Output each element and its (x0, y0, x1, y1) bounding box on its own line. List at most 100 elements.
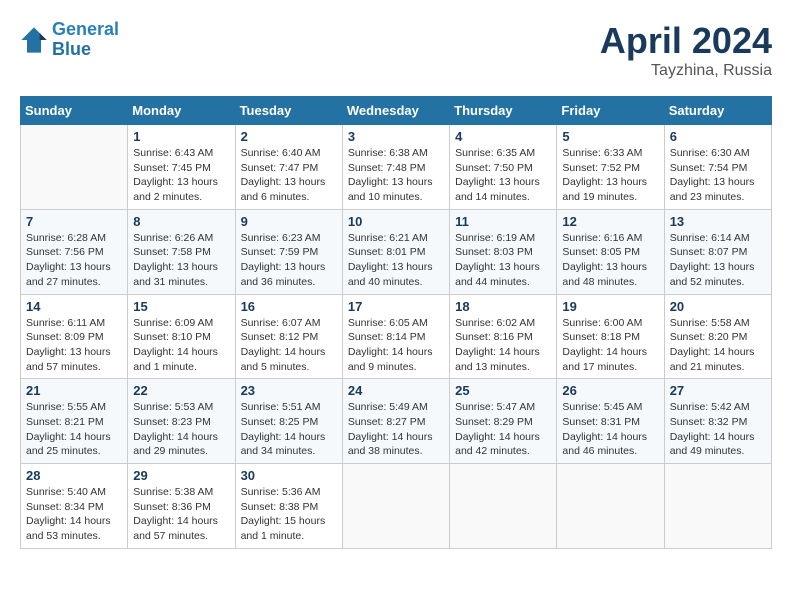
day-info: Sunrise: 5:36 AM Sunset: 8:38 PM Dayligh… (241, 485, 337, 544)
day-cell: 20 Sunrise: 5:58 AM Sunset: 8:20 PM Dayli… (664, 294, 771, 379)
day-number: 13 (670, 214, 766, 229)
day-cell: 17Sunrise: 6:05 AM Sunset: 8:14 PM Dayli… (342, 294, 449, 379)
day-number: 30 (241, 468, 337, 483)
header-cell-thursday: Thursday (450, 97, 557, 125)
day-info: Sunrise: 6:30 AM Sunset: 7:54 PM Dayligh… (670, 146, 766, 205)
day-number: 1 (133, 129, 229, 144)
day-number: 5 (562, 129, 658, 144)
day-info: Sunrise: 6:28 AM Sunset: 7:56 PM Dayligh… (26, 231, 122, 290)
day-cell: 10 Sunrise: 6:21 AM Sunset: 8:01 PM Dayli… (342, 209, 449, 294)
header-row: SundayMondayTuesdayWednesdayThursdayFrid… (21, 97, 772, 125)
header-cell-sunday: Sunday (21, 97, 128, 125)
day-number: 6 (670, 129, 766, 144)
week-row-4: 21Sunrise: 5:55 AM Sunset: 8:21 PM Dayli… (21, 379, 772, 464)
day-cell: 3 Sunrise: 6:38 AM Sunset: 7:48 PM Daylig… (342, 125, 449, 210)
location-title: Tayzhina, Russia (600, 62, 772, 80)
day-cell: 5 Sunrise: 6:33 AM Sunset: 7:52 PM Daylig… (557, 125, 664, 210)
day-number: 29 (133, 468, 229, 483)
day-number: 16 (241, 299, 337, 314)
day-cell: 1 Sunrise: 6:43 AM Sunset: 7:45 PM Daylig… (128, 125, 235, 210)
logo-text: General Blue (52, 20, 119, 60)
day-number: 18 (455, 299, 551, 314)
week-row-3: 14Sunrise: 6:11 AM Sunset: 8:09 PM Dayli… (21, 294, 772, 379)
day-number: 14 (26, 299, 122, 314)
header-cell-friday: Friday (557, 97, 664, 125)
day-number: 9 (241, 214, 337, 229)
day-cell: 25 Sunrise: 5:47 AM Sunset: 8:29 PM Dayli… (450, 379, 557, 464)
day-info: Sunrise: 5:49 AM Sunset: 8:27 PM Dayligh… (348, 400, 444, 459)
day-cell: 19 Sunrise: 6:00 AM Sunset: 8:18 PM Dayli… (557, 294, 664, 379)
day-cell (450, 464, 557, 549)
day-number: 26 (562, 383, 658, 398)
week-row-1: 1 Sunrise: 6:43 AM Sunset: 7:45 PM Daylig… (21, 125, 772, 210)
day-cell: 18 Sunrise: 6:02 AM Sunset: 8:16 PM Dayli… (450, 294, 557, 379)
day-info: Sunrise: 6:26 AM Sunset: 7:58 PM Dayligh… (133, 231, 229, 290)
day-info: Sunrise: 6:02 AM Sunset: 8:16 PM Dayligh… (455, 316, 551, 375)
day-cell: 23Sunrise: 5:51 AM Sunset: 8:25 PM Dayli… (235, 379, 342, 464)
month-title: April 2024 (600, 20, 772, 62)
day-cell: 15 Sunrise: 6:09 AM Sunset: 8:10 PM Dayli… (128, 294, 235, 379)
day-cell (21, 125, 128, 210)
day-number: 22 (133, 383, 229, 398)
day-info: Sunrise: 6:21 AM Sunset: 8:01 PM Dayligh… (348, 231, 444, 290)
day-info: Sunrise: 5:42 AM Sunset: 8:32 PM Dayligh… (670, 400, 766, 459)
day-info: Sunrise: 5:53 AM Sunset: 8:23 PM Dayligh… (133, 400, 229, 459)
day-cell: 6 Sunrise: 6:30 AM Sunset: 7:54 PM Daylig… (664, 125, 771, 210)
day-cell (342, 464, 449, 549)
day-info: Sunrise: 6:23 AM Sunset: 7:59 PM Dayligh… (241, 231, 337, 290)
day-info: Sunrise: 6:09 AM Sunset: 8:10 PM Dayligh… (133, 316, 229, 375)
day-number: 8 (133, 214, 229, 229)
day-cell: 14Sunrise: 6:11 AM Sunset: 8:09 PM Dayli… (21, 294, 128, 379)
day-number: 25 (455, 383, 551, 398)
day-info: Sunrise: 5:58 AM Sunset: 8:20 PM Dayligh… (670, 316, 766, 375)
day-info: Sunrise: 6:43 AM Sunset: 7:45 PM Dayligh… (133, 146, 229, 205)
day-number: 12 (562, 214, 658, 229)
day-info: Sunrise: 6:38 AM Sunset: 7:48 PM Dayligh… (348, 146, 444, 205)
day-number: 27 (670, 383, 766, 398)
day-info: Sunrise: 6:07 AM Sunset: 8:12 PM Dayligh… (241, 316, 337, 375)
day-info: Sunrise: 6:40 AM Sunset: 7:47 PM Dayligh… (241, 146, 337, 205)
day-cell: 12 Sunrise: 6:16 AM Sunset: 8:05 PM Dayli… (557, 209, 664, 294)
day-cell: 29Sunrise: 5:38 AM Sunset: 8:36 PM Dayli… (128, 464, 235, 549)
day-cell: 27 Sunrise: 5:42 AM Sunset: 8:32 PM Dayli… (664, 379, 771, 464)
day-cell: 24Sunrise: 5:49 AM Sunset: 8:27 PM Dayli… (342, 379, 449, 464)
day-number: 11 (455, 214, 551, 229)
page-header: General Blue April 2024 Tayzhina, Russia (20, 20, 772, 80)
calendar-table: SundayMondayTuesdayWednesdayThursdayFrid… (20, 96, 772, 549)
week-row-5: 28Sunrise: 5:40 AM Sunset: 8:34 PM Dayli… (21, 464, 772, 549)
day-cell: 28Sunrise: 5:40 AM Sunset: 8:34 PM Dayli… (21, 464, 128, 549)
header-cell-tuesday: Tuesday (235, 97, 342, 125)
day-number: 15 (133, 299, 229, 314)
day-number: 10 (348, 214, 444, 229)
day-number: 3 (348, 129, 444, 144)
header-cell-wednesday: Wednesday (342, 97, 449, 125)
day-cell: 30 Sunrise: 5:36 AM Sunset: 8:38 PM Dayli… (235, 464, 342, 549)
day-info: Sunrise: 6:16 AM Sunset: 8:05 PM Dayligh… (562, 231, 658, 290)
title-block: April 2024 Tayzhina, Russia (600, 20, 772, 80)
day-cell: 8 Sunrise: 6:26 AM Sunset: 7:58 PM Daylig… (128, 209, 235, 294)
calendar-body: 1 Sunrise: 6:43 AM Sunset: 7:45 PM Daylig… (21, 125, 772, 549)
week-row-2: 7 Sunrise: 6:28 AM Sunset: 7:56 PM Daylig… (21, 209, 772, 294)
day-cell: 26 Sunrise: 5:45 AM Sunset: 8:31 PM Dayli… (557, 379, 664, 464)
day-info: Sunrise: 5:45 AM Sunset: 8:31 PM Dayligh… (562, 400, 658, 459)
day-number: 20 (670, 299, 766, 314)
day-info: Sunrise: 5:47 AM Sunset: 8:29 PM Dayligh… (455, 400, 551, 459)
day-info: Sunrise: 6:14 AM Sunset: 8:07 PM Dayligh… (670, 231, 766, 290)
day-info: Sunrise: 6:19 AM Sunset: 8:03 PM Dayligh… (455, 231, 551, 290)
day-cell (664, 464, 771, 549)
day-info: Sunrise: 6:00 AM Sunset: 8:18 PM Dayligh… (562, 316, 658, 375)
day-cell: 2Sunrise: 6:40 AM Sunset: 7:47 PM Daylig… (235, 125, 342, 210)
day-cell: 11 Sunrise: 6:19 AM Sunset: 8:03 PM Dayli… (450, 209, 557, 294)
day-cell: 22 Sunrise: 5:53 AM Sunset: 8:23 PM Dayli… (128, 379, 235, 464)
header-cell-monday: Monday (128, 97, 235, 125)
day-number: 19 (562, 299, 658, 314)
day-info: Sunrise: 5:40 AM Sunset: 8:34 PM Dayligh… (26, 485, 122, 544)
day-number: 23 (241, 383, 337, 398)
day-info: Sunrise: 6:33 AM Sunset: 7:52 PM Dayligh… (562, 146, 658, 205)
day-cell: 4Sunrise: 6:35 AM Sunset: 7:50 PM Daylig… (450, 125, 557, 210)
day-number: 7 (26, 214, 122, 229)
header-cell-saturday: Saturday (664, 97, 771, 125)
day-number: 4 (455, 129, 551, 144)
day-number: 17 (348, 299, 444, 314)
day-cell: 13 Sunrise: 6:14 AM Sunset: 8:07 PM Dayli… (664, 209, 771, 294)
